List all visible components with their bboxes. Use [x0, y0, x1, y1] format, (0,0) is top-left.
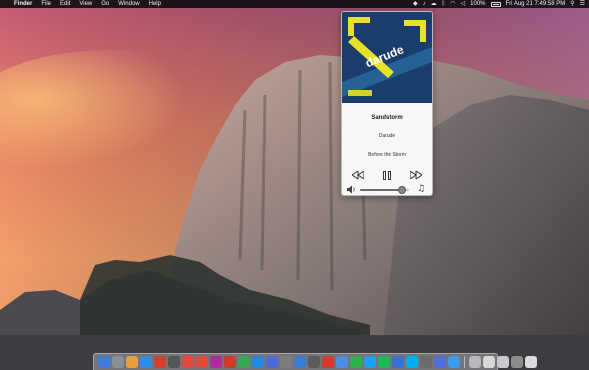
trash-icon[interactable] [525, 356, 537, 368]
dock-app-icon[interactable] [196, 356, 208, 368]
dock-folder-icon[interactable] [483, 356, 495, 368]
dock-app-icon[interactable] [308, 356, 320, 368]
volume-slider[interactable] [360, 186, 409, 194]
dock-app-icon[interactable] [210, 356, 222, 368]
track-album: Before the Storm [368, 152, 406, 158]
previous-track-button[interactable] [352, 169, 364, 181]
rewind-icon [352, 171, 364, 179]
menu-clock[interactable]: Fri Aug 21 7:49:58 PM [506, 0, 566, 8]
desktop-wallpaper [0, 0, 589, 370]
dock-folder-icon[interactable] [511, 356, 523, 368]
music-status-icon[interactable]: ♪ [423, 0, 426, 8]
now-playing-widget: darude Sandstorm Darude Before the Storm [341, 11, 433, 196]
menu-help[interactable]: Help [149, 0, 161, 8]
notification-center-icon[interactable]: ☰ [580, 0, 585, 8]
dock-app-icon[interactable] [266, 356, 278, 368]
dock-app-icon[interactable] [224, 356, 236, 368]
dock-app-icon[interactable] [420, 356, 432, 368]
music-note-icon[interactable]: ♫ [416, 184, 426, 194]
wifi-icon[interactable]: ◠ [450, 0, 455, 8]
dock-folder-icon[interactable] [497, 356, 509, 368]
track-title: Sandstorm [371, 115, 403, 121]
dock-app-icon[interactable] [448, 356, 460, 368]
pause-icon [383, 170, 391, 180]
dock-app-icon[interactable] [294, 356, 306, 368]
status-area: ◆ ♪ ☁ ᛒ ◠ ◁ 100% Fri Aug 21 7:49:58 PM ⚲… [413, 0, 585, 8]
dock-app-icon[interactable] [364, 356, 376, 368]
dock-app-icon[interactable] [378, 356, 390, 368]
volume-knob[interactable] [397, 186, 406, 194]
battery-percent[interactable]: 100% [470, 0, 485, 8]
dock-app-icon[interactable] [126, 356, 138, 368]
menu-view[interactable]: View [79, 0, 92, 8]
menu-bar: Finder File Edit View Go Window Help ◆ ♪… [0, 0, 589, 8]
dock-app-icon[interactable] [392, 356, 404, 368]
bluetooth-icon[interactable]: ᛒ [442, 0, 446, 8]
dock-app-icon[interactable] [280, 356, 292, 368]
speaker-icon [347, 185, 355, 194]
volume-fill [360, 189, 402, 191]
spotlight-icon[interactable]: ⚲ [570, 0, 574, 8]
dock-app-icon[interactable] [140, 356, 152, 368]
menu-file[interactable]: File [41, 0, 51, 8]
dropbox-icon[interactable]: ◆ [413, 0, 418, 8]
track-artist: Darude [378, 133, 396, 139]
fast-forward-icon [410, 171, 422, 179]
dock-app-icon[interactable] [154, 356, 166, 368]
dock-app-icon[interactable] [252, 356, 264, 368]
menu-window[interactable]: Window [118, 0, 139, 8]
dock [93, 353, 537, 370]
dock-app-icon[interactable] [406, 356, 418, 368]
dock-app-icon[interactable] [238, 356, 250, 368]
volume-status-icon[interactable]: ◁ [461, 0, 466, 8]
menu-edit[interactable]: Edit [60, 0, 70, 8]
dock-app-icon[interactable] [112, 356, 124, 368]
menu-go[interactable]: Go [101, 0, 109, 8]
battery-icon[interactable] [490, 1, 501, 7]
dock-separator [464, 356, 465, 368]
dock-app-icon[interactable] [168, 356, 180, 368]
dock-folder-icon[interactable] [469, 356, 481, 368]
album-art: darude [342, 12, 432, 103]
dock-app-icon[interactable] [322, 356, 334, 368]
transport-controls [342, 169, 432, 181]
cloud-icon[interactable]: ☁ [431, 0, 437, 8]
dock-app-icon[interactable] [434, 356, 446, 368]
dock-app-icon[interactable] [182, 356, 194, 368]
dock-app-icon[interactable] [98, 356, 110, 368]
dock-app-icon[interactable] [350, 356, 362, 368]
menu-finder[interactable]: Finder [14, 0, 32, 8]
next-track-button[interactable] [410, 169, 422, 181]
pause-button[interactable] [381, 169, 393, 181]
dock-app-icon[interactable] [336, 356, 348, 368]
